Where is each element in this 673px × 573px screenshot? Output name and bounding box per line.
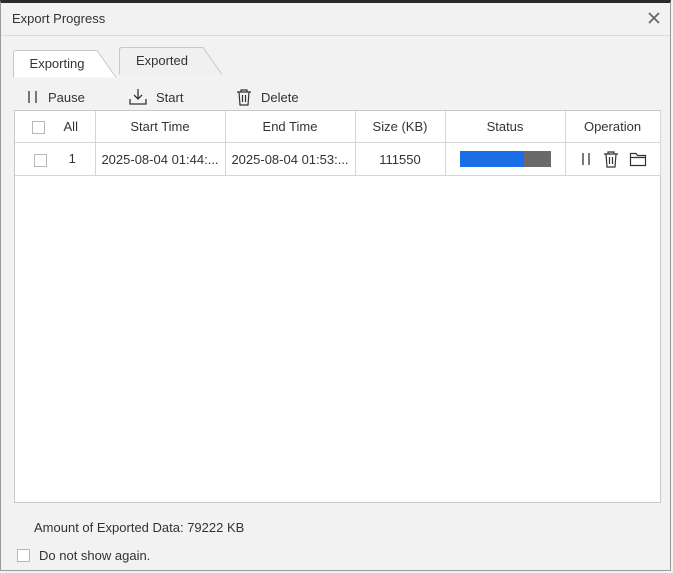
table-header-row: All Start Time End Time Size (KB) Status…: [15, 111, 661, 143]
progress-fill: [459, 151, 525, 168]
row-delete-icon[interactable]: [602, 150, 620, 168]
row-open-folder-icon[interactable]: [629, 151, 647, 167]
row-start-time-cell: 2025-08-04 01:44:...: [94, 142, 226, 176]
download-icon: [129, 89, 147, 105]
dont-show-again-checkbox[interactable]: [17, 549, 30, 562]
close-icon[interactable]: [646, 10, 662, 26]
header-end-time: End Time: [224, 111, 356, 143]
pause-icon: [28, 91, 37, 103]
select-all-checkbox[interactable]: [31, 121, 45, 135]
row-pause-icon[interactable]: [579, 151, 593, 167]
row-size: 111550: [354, 142, 446, 176]
row-checkbox[interactable]: [33, 153, 47, 167]
header-all: All: [63, 118, 78, 134]
row-start-time: 2025-08-04 01:44:...: [101, 151, 219, 167]
tab-exporting-label: Exporting: [29, 56, 85, 71]
dont-show-again-option[interactable]: Do not show again.: [17, 548, 150, 563]
start-button[interactable]: Start: [128, 85, 183, 109]
tab-bar: Exporting Exported: [13, 47, 653, 78]
start-label: Start: [156, 89, 184, 105]
tab-exported-label: Exported: [135, 53, 189, 68]
export-table: All Start Time End Time Size (KB) Status…: [14, 110, 661, 503]
header-operation: Operation: [564, 111, 661, 143]
header-size: Size (KB): [354, 111, 446, 143]
export-progress-dialog: Export Progress Exporting Exported Pause: [0, 0, 671, 571]
row-status-cell: [444, 142, 566, 176]
title-bar: Export Progress: [1, 3, 670, 36]
table-row[interactable]: 1 2025-08-04 01:44:... 2025-08-04 01:53:…: [15, 142, 661, 176]
header-select-all: All: [15, 111, 96, 143]
row-end-time: 2025-08-04 01:53:...: [231, 151, 349, 167]
tab-exported[interactable]: Exported: [119, 47, 223, 75]
pause-label: Pause: [48, 89, 85, 105]
pause-button[interactable]: Pause: [26, 85, 85, 109]
toolbar: Pause Start Delete: [14, 83, 654, 109]
progress-bar: [459, 151, 551, 168]
row-operation-cell: [564, 142, 661, 176]
dialog-title: Export Progress: [12, 11, 106, 26]
dont-show-again-label: Do not show again.: [39, 548, 151, 563]
delete-label: Delete: [261, 89, 299, 105]
row-end-time-cell: 2025-08-04 01:53:...: [224, 142, 356, 176]
header-status: Status: [444, 111, 566, 143]
trash-icon: [237, 89, 251, 106]
row-select-cell: 1: [15, 142, 96, 176]
row-index: 1: [68, 151, 76, 167]
tab-exporting[interactable]: Exporting: [13, 50, 117, 78]
exported-amount-text: Amount of Exported Data: 79222 KB: [34, 520, 245, 535]
header-start-time: Start Time: [94, 111, 226, 143]
delete-button[interactable]: Delete: [235, 85, 299, 109]
